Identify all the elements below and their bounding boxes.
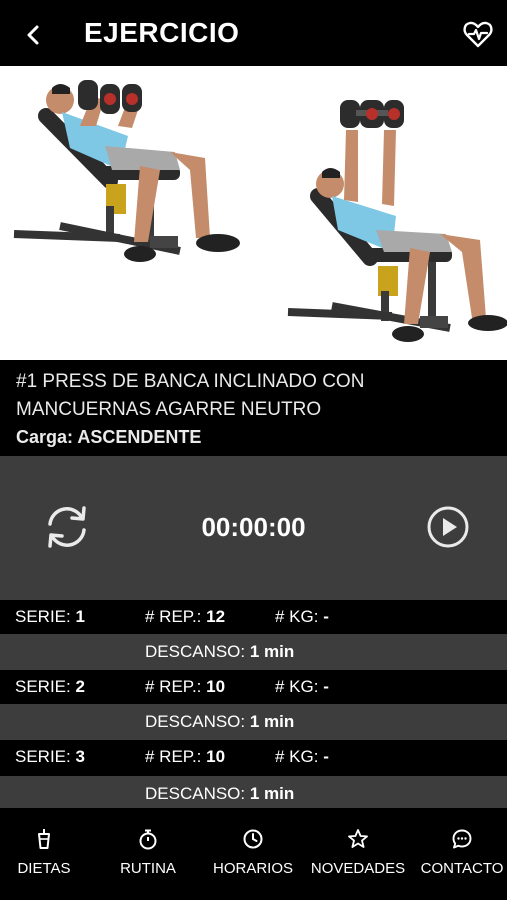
serie-cell: SERIE: 2 (15, 677, 85, 696)
back-button[interactable] (18, 20, 48, 50)
rep-cell: # REP.: 10 (145, 677, 226, 696)
rep-cell: # REP.: 12 (145, 607, 226, 626)
tab-rutina[interactable]: RUTINA (98, 828, 198, 877)
load-value: ASCENDENTE (77, 427, 202, 447)
tab-label: HORARIOS (212, 860, 293, 877)
tab-label: CONTACTO (420, 860, 504, 877)
page-title: EJERCICIO (84, 17, 240, 48)
rest-cell: DESCANSO: 1 min (145, 642, 295, 661)
exercise-load: Carga: ASCENDENTE (16, 424, 491, 450)
tab-horarios[interactable]: HORARIOS (203, 828, 303, 877)
set-row: SERIE: 1 # REP.: 12 # KG: - (0, 600, 507, 634)
chevron-left-icon (27, 25, 39, 45)
app-header: EJERCICIO (0, 0, 507, 66)
rest-row: DESCANSO: 1 min (0, 776, 507, 812)
exercise-info: #1 PRESS DE BANCA INCLINADO CON MANCUERN… (0, 360, 507, 456)
play-circle-icon (427, 506, 469, 548)
chat-icon (452, 829, 472, 849)
set-row: SERIE: 2 # REP.: 10 # KG: - (0, 670, 507, 704)
play-timer-button[interactable] (426, 505, 470, 549)
rep-cell: # REP.: 10 (145, 747, 226, 766)
star-icon (348, 829, 368, 848)
rest-cell: DESCANSO: 1 min (145, 784, 295, 803)
rest-row: DESCANSO: 1 min (0, 634, 507, 670)
kg-cell: # KG: - (275, 747, 329, 766)
bottom-tab-bar: DIETAS RUTINA HORARIOS NOVEDADES CONTACT… (0, 808, 507, 900)
exercise-illustration (13, 80, 507, 342)
heart-pulse-icon (463, 21, 493, 48)
tab-label: DIETAS (17, 860, 71, 877)
stopwatch-icon (139, 829, 157, 850)
rest-cell: DESCANSO: 1 min (145, 712, 295, 731)
rest-row: DESCANSO: 1 min (0, 704, 507, 740)
kg-cell: # KG: - (275, 677, 329, 696)
load-label: Carga: (16, 427, 74, 447)
tab-novedades[interactable]: NOVEDADES (308, 828, 408, 877)
heart-pulse-button[interactable] (462, 18, 494, 50)
cup-icon (38, 829, 50, 849)
clock-icon (243, 829, 263, 849)
exercise-image (0, 66, 507, 360)
kg-cell: # KG: - (275, 607, 329, 626)
tab-dietas[interactable]: DIETAS (0, 828, 94, 877)
set-row: SERIE: 3 # REP.: 10 # KG: - (0, 740, 507, 774)
serie-cell: SERIE: 3 (15, 747, 85, 766)
serie-cell: SERIE: 1 (15, 607, 85, 626)
tab-label: NOVEDADES (310, 860, 406, 877)
tab-label: RUTINA (120, 860, 176, 877)
exercise-name-line-2: MANCUERNAS AGARRE NEUTRO (16, 399, 322, 420)
tab-contacto[interactable]: CONTACTO (412, 828, 507, 877)
exercise-name-line-1: #1 PRESS DE BANCA INCLINADO CON (16, 371, 365, 392)
